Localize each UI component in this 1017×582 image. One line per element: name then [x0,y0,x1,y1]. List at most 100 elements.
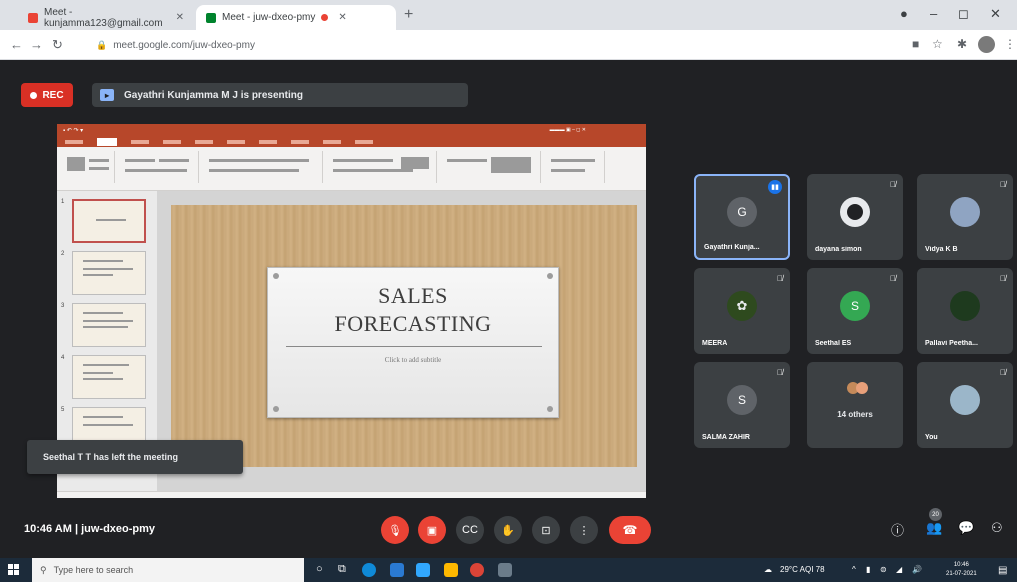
people-icon[interactable]: 👥 [926,520,942,536]
notifications-icon[interactable]: ▤ [998,565,1007,576]
minimize-button[interactable]: – [930,6,937,21]
reload-icon[interactable]: ↻ [52,37,63,53]
quick-access-icons: ▪ ↶ ↷ ▾ [63,127,84,134]
close-tab-icon[interactable]: ✕ [176,12,184,23]
slide-thumbnail[interactable] [72,355,146,399]
search-icon: ⚲ [40,564,47,575]
participant-tile[interactable]: 🎙̸ dayana simon [807,174,903,260]
participant-name: You [925,434,938,441]
wifi-icon[interactable]: ◢ [896,565,902,574]
tray-chevron-icon[interactable]: ^ [852,565,856,574]
slide-thumbnail[interactable] [72,303,146,347]
forward-icon[interactable]: → [30,37,43,52]
user-area: ▬▬▬ ▣ – ◻ ✕ [549,127,586,133]
camera-icon[interactable]: ■ [912,37,919,51]
mic-off-icon: 🎙̸ [1000,368,1006,377]
self-tile[interactable]: 🎙̸ You [917,362,1013,448]
weather-text[interactable]: 29°C AQI 78 [780,565,825,574]
more-options-button[interactable]: ⋮ [570,516,598,544]
back-icon[interactable]: ← [10,37,23,52]
search-placeholder: Type here to search [53,565,134,575]
chrome-icon[interactable] [470,563,484,577]
leave-call-button[interactable]: ☎ [609,516,651,544]
taskbar-clock[interactable]: 10:46 21-07-2021 [946,561,977,579]
cortana-icon[interactable]: ○ [316,563,323,575]
windows-taskbar: ⚲ Type here to search ○ ⧉ ☁ 29°C AQI 78 … [0,558,1017,582]
address-bar: ← → ↻ 🔒 meet.google.com/juw-dxeo-pmy ■ ☆… [0,30,1017,60]
others-count: 14 others [837,410,873,419]
participant-name: SALMA ZAHIR [702,434,750,441]
participant-tile[interactable]: 🎙̸ S SALMA ZAHIR [694,362,790,448]
clock-date: 21-07-2021 [946,571,977,577]
powerpoint-title-bar: ▪ ↶ ↷ ▾ ▬▬▬ ▣ – ◻ ✕ [57,124,646,136]
close-tab-icon[interactable]: ✕ [338,12,346,23]
avatar [950,385,980,415]
url-field[interactable]: 🔒 meet.google.com/juw-dxeo-pmy [90,34,890,56]
edge-icon[interactable] [362,563,376,577]
extensions-icon[interactable]: ✱ [957,37,967,51]
menu-icon[interactable]: ⋮ [1004,37,1016,51]
slide-thumbnail[interactable] [72,251,146,295]
slide-subtitle[interactable]: Click to add subtitle [268,356,558,364]
avatar [950,291,980,321]
ribbon [57,147,646,191]
app-icon[interactable] [498,563,512,577]
recording-dot-icon [321,14,329,21]
mic-off-icon: 🎙̸ [777,274,783,283]
volume-icon[interactable]: 🔊 [912,565,922,574]
mic-off-icon: 🎙̸ [890,274,896,283]
profile-avatar[interactable] [978,36,995,53]
avatar: G [727,197,757,227]
presenting-bar: ▸ Gayathri Kunjamma M J is presenting [92,83,468,107]
photoshop-icon[interactable] [416,563,430,577]
mic-off-icon: 🎙̸ [1000,274,1006,283]
url-text: meet.google.com/juw-dxeo-pmy [113,39,255,51]
powerpoint-status-bar [57,491,646,498]
activities-icon[interactable]: ⚇ [991,520,1003,536]
task-view-icon[interactable]: ⧉ [338,563,346,576]
ribbon-tabs [57,136,646,147]
avatar: S [840,291,870,321]
captions-button[interactable]: CC [456,516,484,544]
notification-toast: Seethal T T has left the meeting [27,440,243,474]
mic-toggle-button[interactable]: 🎙 [381,516,409,544]
account-icon[interactable]: ● [900,6,908,21]
bookmark-star-icon[interactable]: ☆ [932,37,943,51]
maximize-button[interactable]: ◻ [958,6,969,22]
taskbar-search[interactable]: ⚲ Type here to search [32,558,304,582]
mic-off-icon: 🎙̸ [777,368,783,377]
chat-icon[interactable]: 💬 [958,520,974,536]
participant-tile[interactable]: 🎙̸ Pallavi Peetha... [917,268,1013,354]
file-explorer-icon[interactable] [444,563,458,577]
others-avatars-icon [847,382,868,394]
store-icon[interactable] [390,563,404,577]
presenting-text: Gayathri Kunjamma M J is presenting [124,89,303,101]
weather-icon: ☁ [764,565,772,574]
participant-name: Vidya K B [925,246,958,253]
participant-tile[interactable]: 🎙̸ Vidya K B [917,174,1013,260]
avatar [840,197,870,227]
lock-icon: 🔒 [96,39,108,50]
divider [286,346,542,347]
raise-hand-button[interactable]: ✋ [494,516,522,544]
new-tab-button[interactable]: + [404,6,413,24]
tab-gmail[interactable]: Meet - kunjamma123@gmail.com ✕ [18,5,194,30]
others-tile[interactable]: 14 others [807,362,903,448]
participant-tile[interactable]: 🎙̸ S Seethal ES [807,268,903,354]
windows-start-icon[interactable] [8,564,20,576]
tray-app-icon[interactable]: ▮ [866,565,870,574]
participant-tile[interactable]: ▮▮ G Gayathri Kunja... [694,174,790,260]
camera-toggle-button[interactable]: ▣ [418,516,446,544]
meeting-details-icon[interactable]: ⓘ [891,520,904,539]
network-icon[interactable]: ⊜ [880,565,887,574]
participant-tile[interactable]: 🎙̸ ✿ MEERA [694,268,790,354]
clock-time: 10:46 [953,562,969,568]
slide-title[interactable]: SALES FORECASTING [268,282,558,338]
rec-label: REC [42,89,64,101]
close-window-button[interactable]: ✕ [990,6,1001,22]
present-now-button[interactable]: ⊡ [532,516,560,544]
slide-thumbnail[interactable] [72,199,146,243]
tab-meet[interactable]: Meet - juw-dxeo-pmy ✕ [196,5,396,30]
slide-title-line: SALES [378,283,448,308]
screw-icon [273,273,279,279]
